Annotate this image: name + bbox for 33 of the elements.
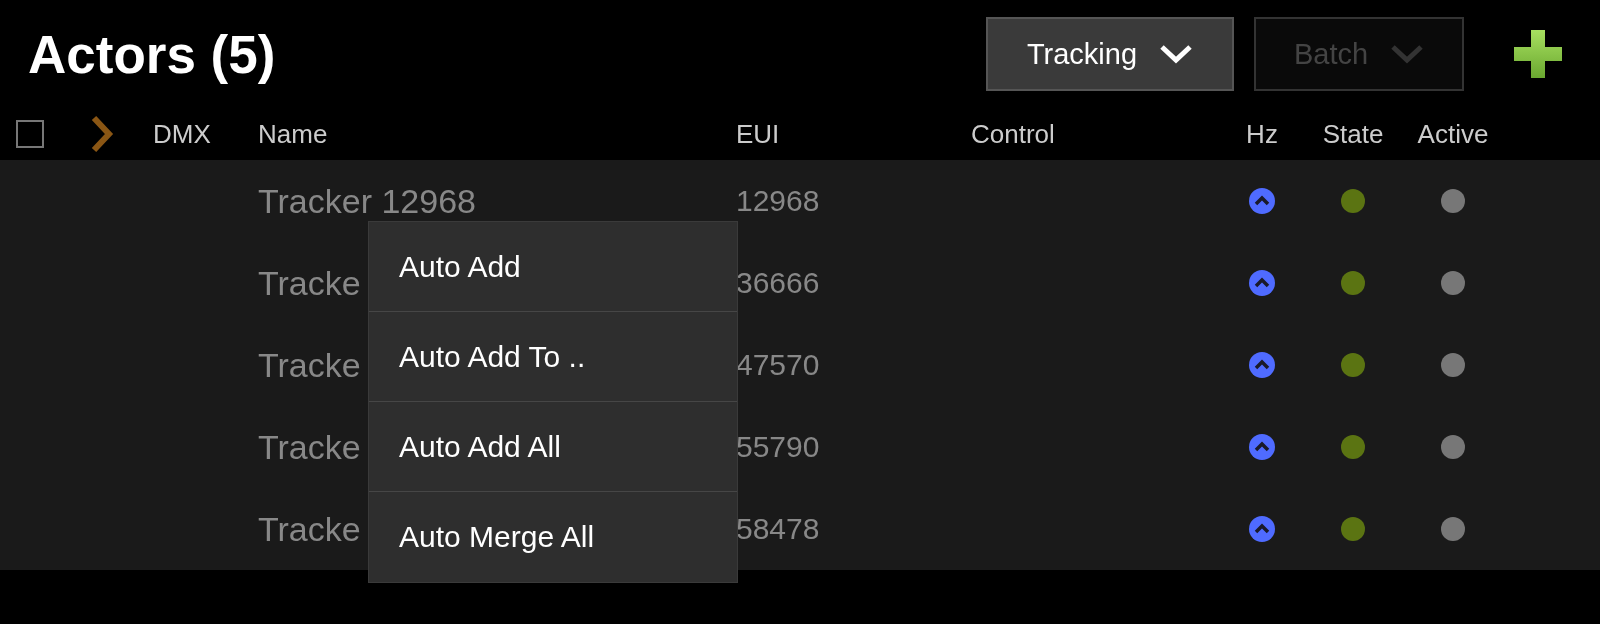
column-header: EUI bbox=[736, 118, 781, 150]
menu-item[interactable]: Auto Add bbox=[369, 222, 737, 312]
eui-value: 12968 bbox=[736, 184, 821, 218]
column-header: Hz bbox=[1246, 118, 1278, 150]
actor-name: Tracke bbox=[258, 427, 361, 467]
chevron-down-icon bbox=[1390, 43, 1425, 65]
chevron-down-icon bbox=[1159, 43, 1194, 65]
dropdown-button[interactable]: Tracking bbox=[986, 17, 1234, 91]
actor-name: Tracke bbox=[258, 509, 361, 549]
column-header: Control bbox=[971, 118, 1056, 150]
add-icon[interactable] bbox=[1514, 30, 1562, 78]
column-header: DMX bbox=[153, 118, 212, 150]
chevron-up-circle-icon[interactable] bbox=[1249, 434, 1275, 460]
menu-item[interactable]: Auto Add All bbox=[369, 402, 737, 492]
column-header: Name bbox=[258, 118, 329, 150]
actor-name: Tracker 12968 bbox=[258, 181, 476, 221]
eui-value: 47570 bbox=[736, 348, 821, 382]
actor-name: Tracke bbox=[258, 345, 361, 385]
eui-value: 36666 bbox=[736, 266, 821, 300]
column-header: Active bbox=[1417, 118, 1489, 150]
eui-value: 58478 bbox=[736, 512, 821, 546]
chevron-up-circle-icon[interactable] bbox=[1249, 188, 1275, 214]
eui-value: 55790 bbox=[736, 430, 821, 464]
chevron-up-circle-icon[interactable] bbox=[1249, 352, 1275, 378]
chevron-right-icon[interactable] bbox=[90, 115, 114, 153]
menu-item[interactable]: Auto Add To .. bbox=[369, 312, 737, 402]
chevron-up-circle-icon[interactable] bbox=[1249, 270, 1275, 296]
actor-name: Tracke bbox=[258, 263, 361, 303]
select-all-checkbox[interactable] bbox=[16, 120, 44, 148]
page-title: Actors (5) bbox=[28, 23, 277, 85]
chevron-up-circle-icon[interactable] bbox=[1249, 516, 1275, 542]
column-header: State bbox=[1322, 118, 1384, 150]
menu-item[interactable]: Auto Merge All bbox=[369, 492, 737, 582]
